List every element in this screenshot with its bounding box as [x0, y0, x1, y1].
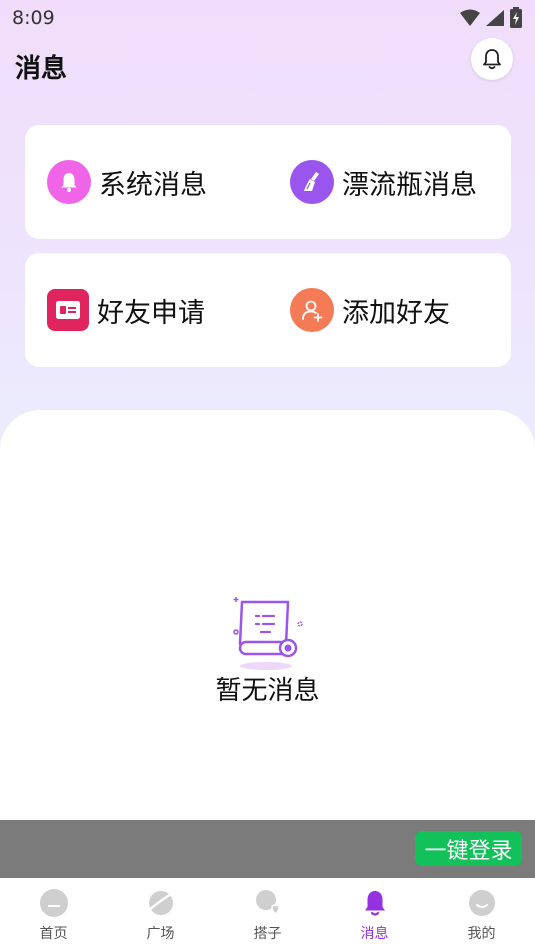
home-icon	[39, 889, 68, 917]
empty-state-text: 暂无消息	[215, 676, 320, 706]
tab-square-label: 广场	[146, 926, 175, 942]
tab-messages-label: 消息	[360, 926, 389, 942]
friend-icon	[255, 890, 280, 915]
signal-icon	[486, 10, 504, 26]
tab-home-label: 首页	[39, 926, 68, 942]
add-friend-entry[interactable]: 添加好友	[268, 253, 511, 367]
system-message-entry[interactable]: 系统消息	[25, 125, 268, 239]
drift-bottle-message-label: 漂流瓶消息	[342, 169, 477, 201]
add-user-icon	[290, 288, 334, 332]
tab-mine[interactable]: 我的	[428, 878, 535, 951]
friend-request-entry[interactable]: 好友申请	[25, 253, 268, 367]
add-friend-label: 添加好友	[342, 297, 450, 329]
friend-request-label: 好友申请	[97, 297, 205, 329]
tab-home[interactable]: 首页	[0, 878, 107, 951]
login-bar: 一键登录	[0, 820, 535, 878]
id-card-icon	[47, 289, 89, 331]
bottom-tab-bar: 首页 广场 搭子 消息 我的	[0, 878, 535, 951]
message-card-1: 系统消息 漂流瓶消息	[25, 125, 511, 239]
bell-icon	[483, 49, 501, 70]
scroll-icon	[233, 597, 303, 670]
tab-square[interactable]: 广场	[107, 878, 214, 951]
planet-icon	[147, 891, 174, 915]
wifi-icon	[460, 9, 480, 26]
profile-icon	[468, 890, 495, 916]
status-bar: 8:09	[0, 0, 535, 36]
broom-icon	[290, 160, 334, 204]
header: 消息	[0, 38, 535, 98]
battery-icon	[510, 7, 522, 28]
status-icons	[459, 7, 523, 29]
page-title: 消息	[15, 54, 68, 84]
system-message-label: 系统消息	[99, 169, 207, 201]
message-card-2: 好友申请 添加好友	[25, 253, 511, 367]
tab-partner-label: 搭子	[253, 926, 282, 942]
status-time: 8:09	[12, 7, 55, 29]
notification-button[interactable]	[471, 38, 513, 80]
bell-icon	[364, 891, 385, 916]
one-click-login-button[interactable]: 一键登录	[415, 831, 522, 866]
bell-icon	[47, 160, 91, 204]
tab-mine-label: 我的	[467, 926, 496, 942]
tab-partner[interactable]: 搭子	[214, 878, 321, 951]
tab-messages[interactable]: 消息	[321, 878, 428, 951]
drift-bottle-message-entry[interactable]: 漂流瓶消息	[268, 125, 511, 239]
